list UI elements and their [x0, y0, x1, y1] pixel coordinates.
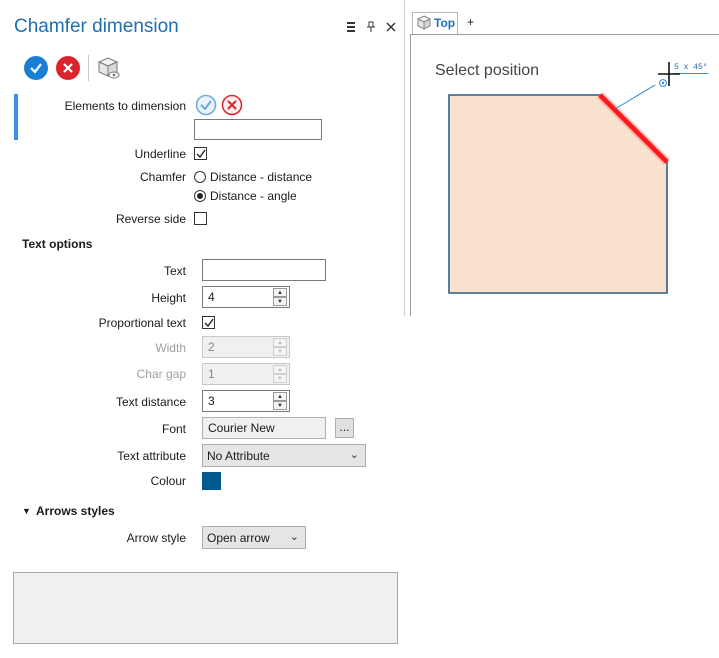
- char-gap-stepper: 1 ▲ ▼: [202, 363, 290, 385]
- chamfer-drawing[interactable]: [440, 85, 719, 305]
- width-up-arrow-icon: ▲: [273, 338, 287, 347]
- height-stepper[interactable]: 4 ▲ ▼: [202, 286, 290, 308]
- toolbar-divider: [88, 55, 89, 81]
- underline-checkbox[interactable]: [194, 147, 207, 160]
- elements-label: Elements to dimension: [64, 99, 186, 113]
- text-distance-down-arrow-icon[interactable]: ▼: [273, 401, 287, 410]
- text-distance-label: Text distance: [115, 395, 186, 409]
- font-label: Font: [161, 422, 186, 436]
- height-value: 4: [208, 290, 215, 304]
- proportional-text-checkbox[interactable]: [202, 316, 215, 329]
- char-gap-label: Char gap: [136, 367, 186, 381]
- char-gap-value: 1: [208, 367, 215, 381]
- info-box: [13, 572, 398, 644]
- elements-field[interactable]: [194, 119, 322, 140]
- ok-check-icon[interactable]: [24, 56, 48, 80]
- cube-view-icon: [416, 15, 432, 34]
- proportional-text-label: Proportional text: [98, 316, 186, 330]
- text-distance-value: 3: [208, 394, 215, 408]
- colour-label: Colour: [150, 474, 186, 488]
- radio-distance-distance-label: Distance - distance: [210, 170, 313, 184]
- select-elements-check-icon[interactable]: [195, 94, 217, 116]
- clear-elements-x-icon[interactable]: [221, 94, 243, 116]
- char-gap-down-arrow-icon: ▼: [273, 374, 287, 383]
- width-label: Width: [155, 341, 186, 355]
- font-browse-button[interactable]: ...: [335, 418, 354, 438]
- arrow-style-value: Open arrow: [207, 531, 270, 545]
- font-browse-label: ...: [339, 420, 350, 434]
- crosshair-cursor-icon: [658, 62, 680, 88]
- arrow-style-select[interactable]: Open arrow ⌄: [202, 526, 306, 549]
- colour-swatch[interactable]: [202, 472, 221, 490]
- text-attribute-label: Text attribute: [117, 449, 186, 463]
- preview-cube-icon[interactable]: [97, 56, 121, 80]
- text-options-heading: Text options: [22, 237, 93, 251]
- height-down-arrow-icon[interactable]: ▼: [273, 297, 287, 306]
- radio-distance-angle[interactable]: [194, 190, 206, 202]
- arrows-styles-heading[interactable]: Arrows styles: [36, 504, 115, 518]
- text-distance-up-arrow-icon[interactable]: ▲: [273, 392, 287, 401]
- add-tab-button[interactable]: +: [467, 15, 474, 29]
- text-input[interactable]: [202, 259, 326, 281]
- char-gap-up-arrow-icon: ▲: [273, 365, 287, 374]
- text-attribute-value: No Attribute: [207, 449, 270, 463]
- menu-icon[interactable]: [346, 21, 356, 33]
- viewport-left-edge: [404, 0, 405, 316]
- close-icon[interactable]: [386, 21, 396, 33]
- radio-distance-distance[interactable]: [194, 171, 206, 183]
- leader-line: [614, 85, 656, 110]
- tab-top-label: Top: [434, 16, 456, 30]
- reverse-side-label: Reverse side: [115, 212, 186, 226]
- reverse-side-checkbox[interactable]: [194, 212, 207, 225]
- collapse-triangle-icon[interactable]: ▼: [22, 506, 31, 516]
- chamfer-label: Chamfer: [139, 170, 186, 184]
- width-stepper: 2 ▲ ▼: [202, 336, 290, 358]
- text-attribute-select[interactable]: No Attribute ⌄: [202, 444, 366, 467]
- pin-icon[interactable]: [366, 21, 376, 33]
- text-distance-stepper[interactable]: 3 ▲ ▼: [202, 390, 290, 412]
- font-field[interactable]: Courier New: [202, 417, 326, 439]
- chevron-down-icon: ⌄: [349, 449, 359, 461]
- height-label: Height: [151, 291, 186, 305]
- height-up-arrow-icon[interactable]: ▲: [273, 288, 287, 297]
- radio-distance-angle-label: Distance - angle: [210, 189, 297, 203]
- width-value: 2: [208, 340, 215, 354]
- arrow-style-label: Arrow style: [126, 531, 186, 545]
- cancel-x-icon[interactable]: [56, 56, 80, 80]
- chevron-down-icon: ⌄: [289, 531, 299, 543]
- tab-top[interactable]: Top: [412, 12, 458, 34]
- font-value: Courier New: [208, 421, 275, 435]
- viewport-prompt: Select position: [435, 62, 540, 79]
- underline-label: Underline: [134, 147, 186, 161]
- width-down-arrow-icon: ▼: [273, 347, 287, 356]
- text-label: Text: [163, 264, 186, 278]
- panel-title: Chamfer dimension: [14, 16, 179, 37]
